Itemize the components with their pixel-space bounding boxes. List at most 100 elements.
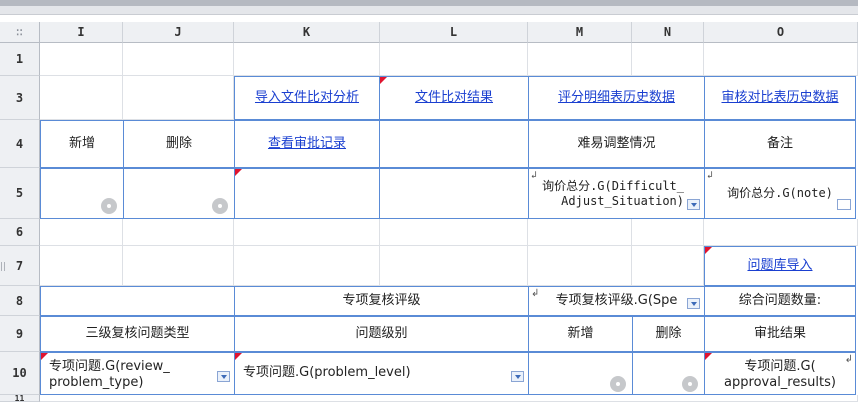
row-header-3[interactable]: 3 <box>0 76 40 120</box>
column-header-o[interactable]: O <box>704 22 858 43</box>
cell-j5[interactable] <box>123 168 235 219</box>
cell-m4[interactable]: 难易调整情况 <box>528 120 705 168</box>
cell-m9[interactable]: 新增 <box>528 316 633 352</box>
cell-comment-marker <box>235 169 242 176</box>
problem-library-import-link[interactable]: 问题库导入 <box>747 258 812 274</box>
score-detail-history-link[interactable]: 评分明细表历史数据 <box>558 90 675 106</box>
cell-m8[interactable]: ↲ 专项复核评级.G(Spe <box>528 286 705 316</box>
cell-k5[interactable] <box>234 168 380 219</box>
cell-editor-box[interactable] <box>837 199 851 210</box>
cell-n10[interactable] <box>632 352 705 395</box>
cell-o3[interactable]: 审核对比表历史数据 <box>704 76 856 120</box>
formula-marker-icon: ↲ <box>844 354 853 365</box>
gear-icon[interactable] <box>682 376 698 392</box>
dropdown-arrow-icon[interactable] <box>217 371 230 382</box>
file-compare-result-link[interactable]: 文件比对结果 <box>415 90 493 106</box>
audit-compare-history-link[interactable]: 审核对比表历史数据 <box>721 90 838 106</box>
grid-cell[interactable] <box>40 76 123 120</box>
grid-cell[interactable] <box>632 43 704 76</box>
grid-cell[interactable] <box>704 43 858 76</box>
grid-cell[interactable] <box>40 246 123 286</box>
row-header-5[interactable]: 5 <box>0 168 40 219</box>
cell-k3[interactable]: 导入文件比对分析 <box>234 76 380 120</box>
cell-i8[interactable] <box>40 286 235 316</box>
gear-icon[interactable] <box>101 198 117 214</box>
cell-o10[interactable]: ↲ 专项问题.G( approval_results) <box>704 352 856 395</box>
row-header-10[interactable]: 10 <box>0 352 40 395</box>
grid-cell[interactable] <box>632 219 704 246</box>
cell-l4[interactable] <box>379 120 529 168</box>
row-header-8[interactable]: 8 <box>0 286 40 316</box>
grid-cell[interactable] <box>40 43 123 76</box>
cell-k4[interactable]: 查看审批记录 <box>234 120 380 168</box>
grid-cell[interactable] <box>123 76 234 120</box>
resize-handle-icon[interactable]: || <box>0 262 6 272</box>
grid-cell[interactable] <box>528 43 632 76</box>
cell-k10[interactable]: 专项问题.G(problem_level) <box>234 352 529 395</box>
grid-cell[interactable] <box>40 395 858 402</box>
dropdown-arrow-icon[interactable] <box>511 371 524 382</box>
cell-l3[interactable]: 文件比对结果 <box>379 76 529 120</box>
row-header-6[interactable]: 6 <box>0 219 40 246</box>
problem-level-label: 问题级别 <box>355 325 408 341</box>
cell-o5[interactable]: ↲ 询价总分.G(note) <box>704 168 856 219</box>
special-review-rating-formula: 专项复核评级.G(Spe <box>555 292 678 308</box>
row-header-4[interactable]: 4 <box>0 120 40 168</box>
cell-l5[interactable] <box>379 168 529 219</box>
grid-cell[interactable] <box>40 219 123 246</box>
row-header-9[interactable]: 9 <box>0 316 40 352</box>
formula-marker-icon: ↲ <box>531 288 540 299</box>
grid-cell[interactable] <box>123 219 234 246</box>
column-header-l[interactable]: L <box>380 22 528 43</box>
grid-cell[interactable] <box>234 246 380 286</box>
grid-cell[interactable] <box>632 246 704 286</box>
cell-i5[interactable] <box>40 168 124 219</box>
grid-cell[interactable] <box>380 246 528 286</box>
gear-icon[interactable] <box>212 198 228 214</box>
approval-results-line1: 专项问题.G( <box>744 359 816 374</box>
grid-cell[interactable] <box>123 43 234 76</box>
row-header-1[interactable]: 1 <box>0 43 40 76</box>
grid-cell[interactable] <box>380 43 528 76</box>
grid-cell[interactable] <box>234 219 380 246</box>
column-header-n[interactable]: N <box>632 22 704 43</box>
grid-cell[interactable] <box>123 246 234 286</box>
cell-m10[interactable] <box>528 352 633 395</box>
column-header-j[interactable]: J <box>123 22 234 43</box>
cell-o7[interactable]: 问题库导入 <box>704 246 856 286</box>
gear-icon[interactable] <box>610 376 626 392</box>
review-problem-type-line2: problem_type) <box>49 375 144 391</box>
total-problem-count-label: 综合问题数量: <box>738 292 822 308</box>
remark-label: 备注 <box>766 135 793 151</box>
toolbar-strip-top <box>0 0 858 6</box>
row-header-11[interactable]: 11 <box>0 394 40 403</box>
import-file-compare-link[interactable]: 导入文件比对分析 <box>255 90 359 106</box>
cell-i10[interactable]: 专项问题.G(review_ problem_type) <box>40 352 235 395</box>
cell-i9[interactable]: 三级复核问题类型 <box>40 316 235 352</box>
select-all-corner[interactable]: ∷ <box>0 22 40 43</box>
cell-m5[interactable]: ↲ 询价总分.G(Difficult_ Adjust_Situation) <box>528 168 705 219</box>
dropdown-arrow-icon[interactable] <box>687 199 700 210</box>
cell-k9[interactable]: 问题级别 <box>234 316 529 352</box>
cell-o9[interactable]: 审批结果 <box>704 316 856 352</box>
column-header-m[interactable]: M <box>528 22 632 43</box>
cell-k8[interactable]: 专项复核评级 <box>234 286 529 316</box>
grid-cell[interactable] <box>528 219 632 246</box>
cell-i4[interactable]: 新增 <box>40 120 124 168</box>
grid-cell[interactable] <box>528 246 632 286</box>
grid-cell[interactable] <box>380 219 528 246</box>
formula-marker-icon: ↲ <box>707 170 714 181</box>
cell-n9[interactable]: 删除 <box>632 316 705 352</box>
cell-o4[interactable]: 备注 <box>704 120 856 168</box>
cell-o8[interactable]: 综合问题数量: <box>704 286 856 316</box>
column-header-i[interactable]: I <box>40 22 123 43</box>
cell-m3[interactable]: 评分明细表历史数据 <box>528 76 705 120</box>
dropdown-arrow-icon[interactable] <box>687 298 700 309</box>
grid-cell[interactable] <box>704 219 858 246</box>
approval-result-label: 审批结果 <box>753 325 806 341</box>
cell-comment-marker <box>705 247 712 254</box>
column-header-k[interactable]: K <box>234 22 380 43</box>
cell-j4[interactable]: 删除 <box>123 120 235 168</box>
grid-cell[interactable] <box>234 43 380 76</box>
view-approval-records-link[interactable]: 查看审批记录 <box>268 136 346 152</box>
